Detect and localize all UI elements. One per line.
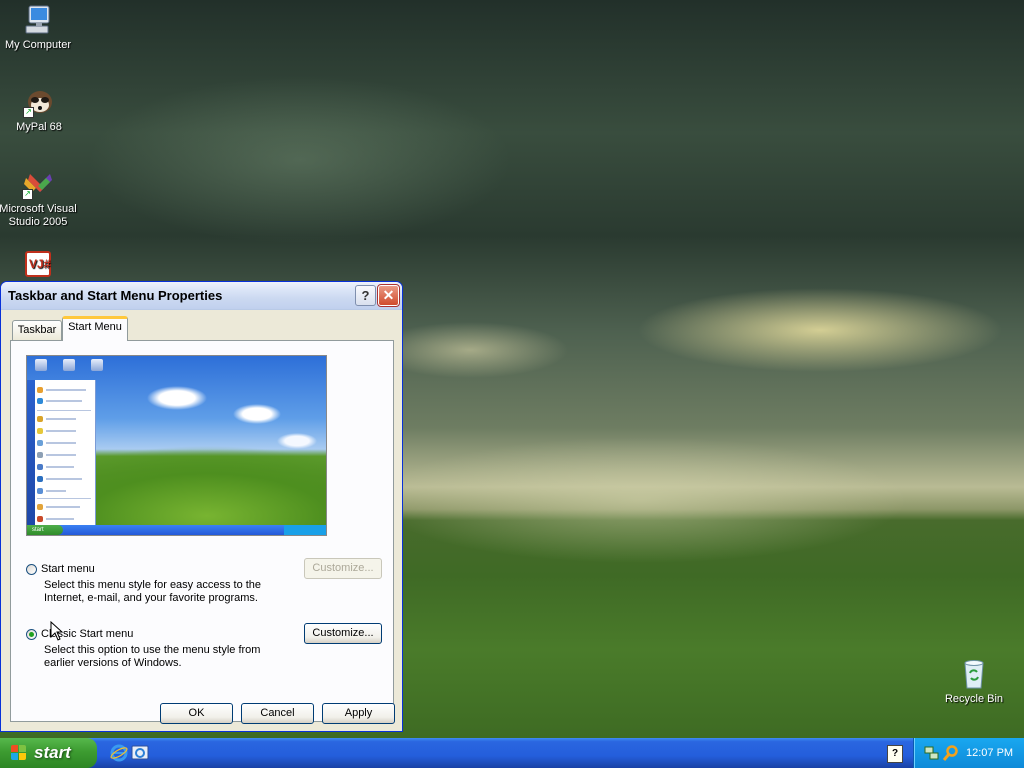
desktop-icon-label: MyPal 68 [16,121,62,133]
shortcut-arrow-icon: ↗ [23,107,34,118]
shortcut-arrow-icon: ↗ [22,189,33,200]
recycle-bin-icon [958,658,990,690]
mouse-cursor-icon [50,620,64,641]
visual-studio-icon: ↗ [22,168,54,200]
desktop-icon-mypal[interactable]: ↗ MyPal 68 [0,86,79,134]
classic-start-menu-customize-button[interactable]: Customize... [304,623,382,644]
show-desktop-icon[interactable] [131,744,149,762]
desktop-icon-label: Recycle Bin [944,693,1004,705]
desktop-icon-visual-studio[interactable]: ↗ Microsoft Visual Studio 2005 [0,168,78,229]
cancel-button[interactable]: Cancel [241,703,314,724]
preview-tray [284,525,326,535]
preview-start-button: start [27,525,63,535]
ok-button[interactable]: OK [160,703,233,724]
internet-explorer-icon[interactable] [110,744,128,762]
classic-start-menu-radio[interactable] [26,629,37,640]
mypal-icon: ↗ [23,86,55,118]
system-tray: 12:07 PM [913,738,1024,768]
windows-logo-icon [11,745,27,761]
network-icon[interactable] [924,745,940,761]
desktop-icon-label: Microsoft Visual Studio 2005 [0,203,77,228]
start-menu-customize-button[interactable]: Customize... [304,558,382,579]
preview-start-menu [27,380,96,525]
desktop-icon-recycle-bin[interactable]: Recycle Bin [934,658,1014,706]
computer-icon [22,4,54,36]
start-menu-tab-panel: start Start menu Select this menu style … [10,340,394,722]
search-icon[interactable] [942,745,959,761]
desktop-icon-my-computer[interactable]: My Computer [0,4,78,52]
preview-taskbar: start [27,525,326,535]
start-menu-option-label[interactable]: Start menu [41,563,95,575]
help-button[interactable]: ? [355,285,376,306]
close-button[interactable]: ✕ [377,284,400,307]
dialog-client: Taskbar Start Menu start Start menu Sele… [4,310,401,730]
svg-text:VJ#: VJ# [29,257,51,271]
start-button[interactable]: start [0,738,97,768]
apply-button[interactable]: Apply [322,703,395,724]
preview-desktop-icons [35,359,125,373]
taskbar-properties-dialog: Taskbar and Start Menu Properties ? ✕ Ta… [0,281,403,732]
taskbar: start 12:07 PM [0,738,1024,768]
tab-taskbar[interactable]: Taskbar [12,320,62,340]
dialog-title: Taskbar and Start Menu Properties [8,288,223,303]
start-menu-preview: start [26,355,327,536]
start-menu-option-description: Select this menu style for easy access t… [44,579,262,604]
desktop-icon-vj[interactable]: VJ# [0,250,78,285]
clock[interactable]: 12:07 PM [966,738,1013,768]
start-label: start [34,743,71,762]
tab-start-menu[interactable]: Start Menu [62,316,128,341]
help-tray-icon[interactable]: ? [887,745,903,763]
start-menu-radio[interactable] [26,564,37,575]
classic-start-menu-option-description: Select this option to use the menu style… [44,644,261,669]
dialog-titlebar[interactable]: Taskbar and Start Menu Properties ? ✕ [1,282,402,309]
vj-icon: VJ# [22,250,54,282]
desktop-icon-label: My Computer [4,39,72,51]
